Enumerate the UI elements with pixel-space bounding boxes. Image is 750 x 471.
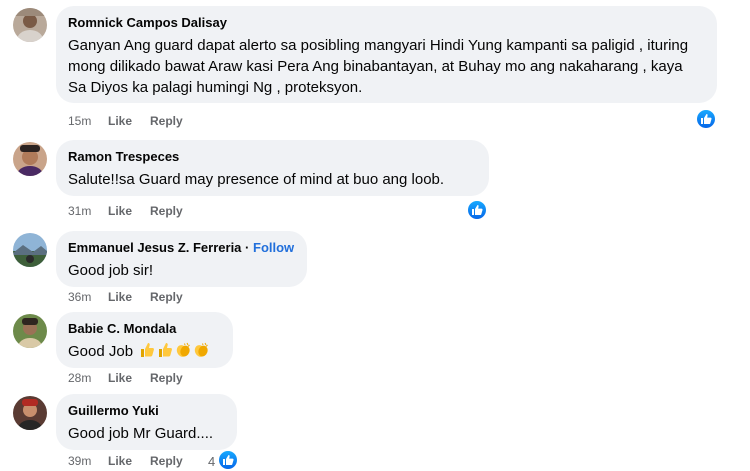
comment-time[interactable]: 39m	[68, 454, 108, 468]
comment-bubble: Babie C. Mondala Good Job	[56, 312, 233, 368]
reply-button[interactable]: Reply	[150, 371, 183, 385]
comment-author[interactable]: Emmanuel Jesus Z. Ferreria	[68, 240, 241, 255]
reply-button[interactable]: Reply	[150, 114, 183, 128]
comment-time[interactable]: 28m	[68, 371, 108, 385]
comment-author[interactable]: Babie C. Mondala	[68, 321, 221, 337]
separator-dot: ·	[245, 240, 250, 255]
like-reaction-icon[interactable]	[217, 449, 239, 471]
like-button[interactable]: Like	[108, 454, 132, 468]
comment-text: Good job sir!	[68, 262, 154, 279]
thumbs-up-icon	[141, 343, 155, 357]
comment-time[interactable]: 36m	[68, 290, 108, 304]
comment-meta: 36m Like Reply	[68, 290, 201, 304]
avatar[interactable]	[13, 314, 47, 348]
comment-bubble: Ramon Trespeces Salute!!sa Guard may pre…	[56, 140, 489, 196]
comment-author-line: Emmanuel Jesus Z. Ferreria · Follow	[68, 240, 295, 256]
clapping-hands-icon	[195, 342, 209, 357]
comment-time[interactable]: 31m	[68, 204, 108, 218]
like-reaction-icon[interactable]	[695, 108, 717, 130]
comment-bubble: Romnick Campos Dalisay Ganyan Ang guard …	[56, 6, 717, 103]
like-button[interactable]: Like	[108, 204, 132, 218]
comment-author[interactable]: Ramon Trespeces	[68, 149, 477, 165]
comment-meta: 31m Like Reply	[68, 204, 201, 218]
comment-meta: 15m Like Reply	[68, 114, 201, 128]
comment-text: Good job Mr Guard....	[68, 425, 214, 442]
comment-author[interactable]: Guillermo Yuki	[68, 403, 225, 419]
thumbs-up-icon	[159, 343, 173, 357]
reply-button[interactable]: Reply	[150, 454, 183, 468]
reply-button[interactable]: Reply	[150, 290, 183, 304]
comment-text-line: Good Job	[68, 341, 221, 362]
comment-author[interactable]: Romnick Campos Dalisay	[68, 15, 705, 31]
follow-button[interactable]: Follow	[253, 240, 294, 255]
like-button[interactable]: Like	[108, 371, 132, 385]
avatar[interactable]	[13, 142, 47, 176]
reaction-count[interactable]: 4	[208, 454, 215, 469]
comment-text: Salute!!sa Guard may presence of mind at…	[68, 171, 445, 188]
comment-time[interactable]: 15m	[68, 114, 108, 128]
avatar[interactable]	[13, 233, 47, 267]
comment-bubble: Guillermo Yuki Good job Mr Guard....	[56, 394, 237, 450]
clapping-hands-icon	[177, 342, 191, 357]
comment-meta: 28m Like Reply	[68, 371, 201, 385]
comment-bubble: Emmanuel Jesus Z. Ferreria · Follow Good…	[56, 231, 307, 287]
avatar[interactable]	[13, 8, 47, 42]
comment-meta: 39m Like Reply	[68, 454, 201, 468]
reply-button[interactable]: Reply	[150, 204, 183, 218]
like-reaction-icon[interactable]	[466, 199, 488, 221]
like-button[interactable]: Like	[108, 290, 132, 304]
like-button[interactable]: Like	[108, 114, 132, 128]
comment-text: Good Job	[68, 343, 134, 360]
avatar[interactable]	[13, 396, 47, 430]
comment-text: Ganyan Ang guard dapat alerto sa posibli…	[68, 37, 689, 96]
